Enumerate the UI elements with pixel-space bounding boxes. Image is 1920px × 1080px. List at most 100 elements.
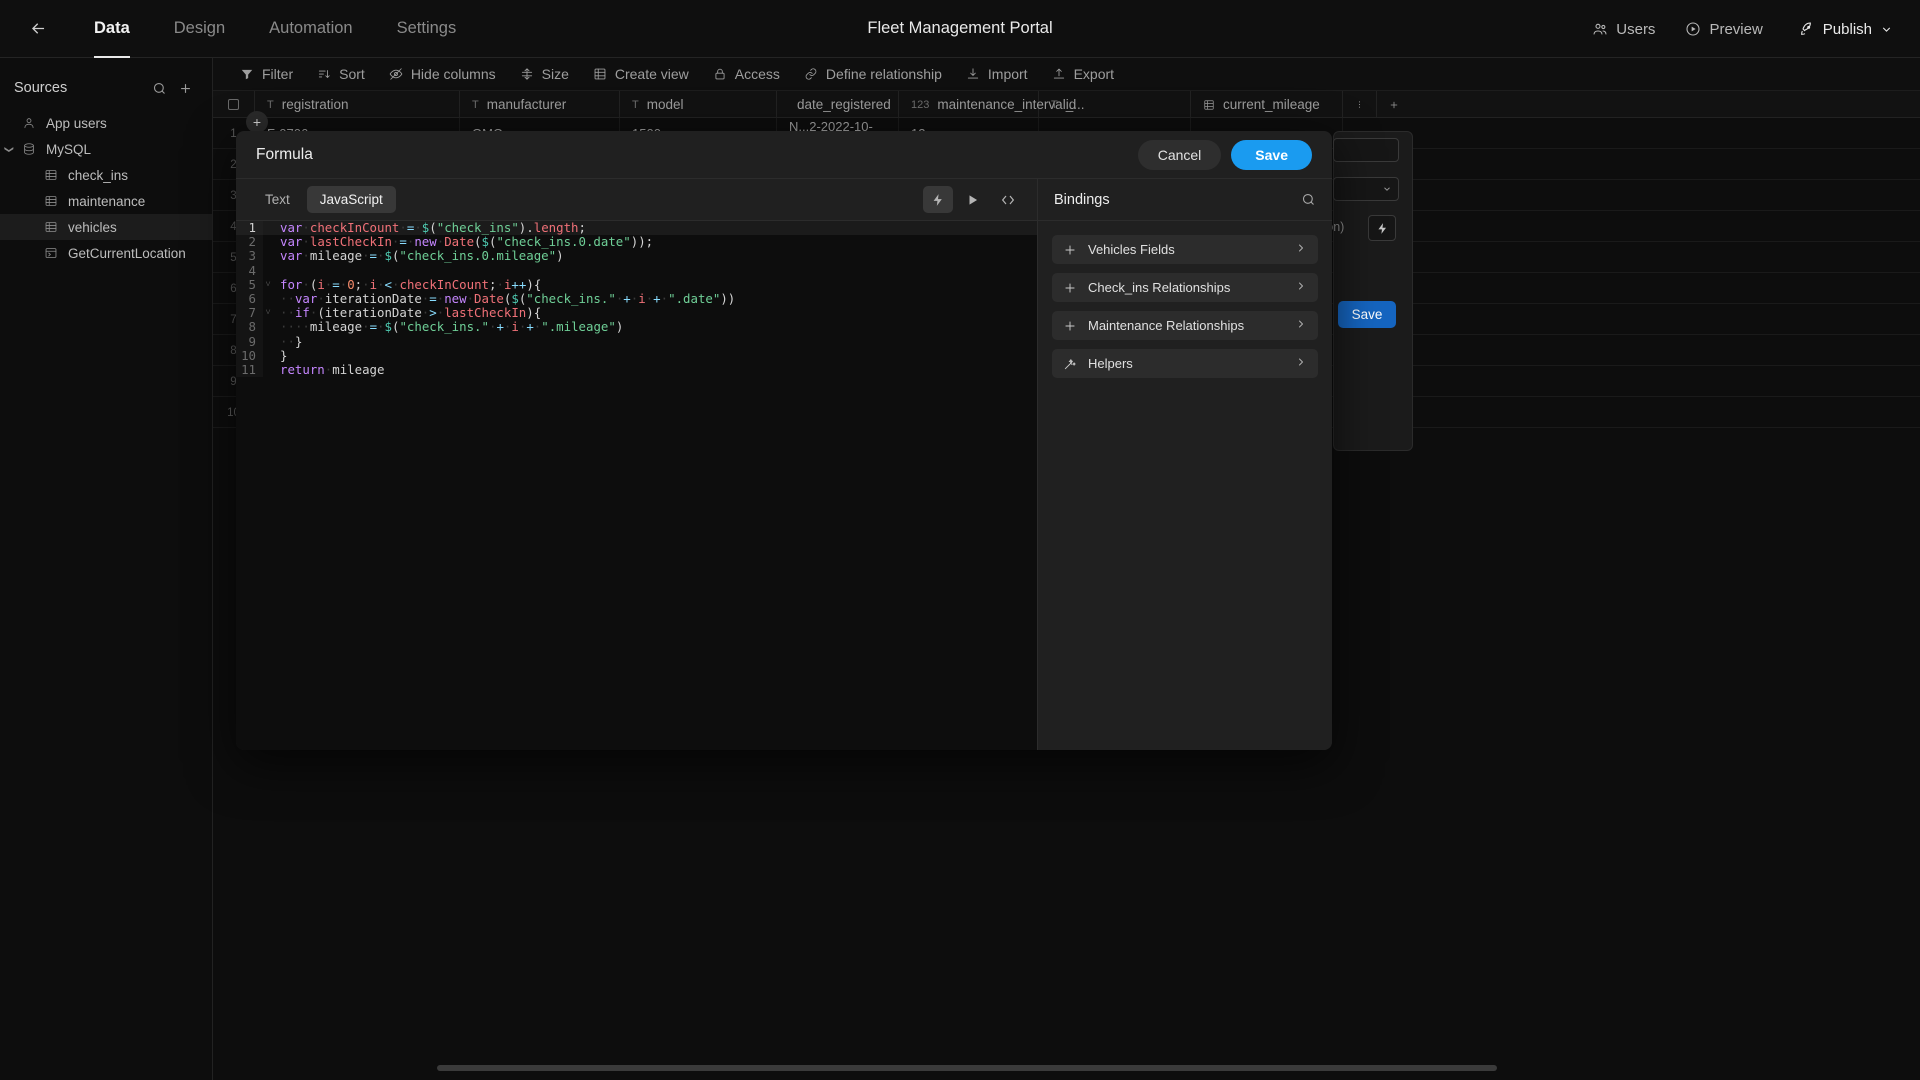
chevron-right-icon xyxy=(1299,358,1303,366)
horizontal-scrollbar[interactable] xyxy=(437,1065,1497,1071)
sidebar-item-mysql[interactable]: ❯ MySQL xyxy=(0,136,212,162)
column-header-label: manufacturer xyxy=(486,97,567,112)
checkbox-box xyxy=(228,99,239,110)
eye-off-icon xyxy=(389,68,403,80)
lang-tab-text[interactable]: Text xyxy=(252,186,303,213)
nav-tab-data[interactable]: Data xyxy=(72,0,152,58)
table-icon xyxy=(45,222,57,232)
main-nav-tabs: Data Design Automation Settings xyxy=(72,0,478,58)
sidebar-add-button[interactable] xyxy=(172,75,198,101)
sidebar-item-check-ins[interactable]: check_ins xyxy=(0,162,212,188)
preview-button[interactable]: Preview xyxy=(1672,14,1775,45)
column-header-registration[interactable]: Tregistration xyxy=(255,91,460,118)
toolbar-export-button[interactable]: Export xyxy=(1041,60,1125,88)
editor-run-button[interactable] xyxy=(958,186,988,213)
editor-lightning-button[interactable] xyxy=(923,186,953,213)
sources-list: App users ❯ MySQL check_ins maintenance vehic… xyxy=(0,110,212,266)
sidebar-item-app-users[interactable]: App users xyxy=(0,110,212,136)
grid-icon xyxy=(594,68,606,80)
column-header-manufacturer[interactable]: Tmanufacturer xyxy=(460,91,620,118)
code-text: ····mileage·=·$("check_ins."·+·i·+·".mil… xyxy=(280,319,624,335)
toolbar-item-label: Hide columns xyxy=(410,66,496,82)
toolbar-create-view-button[interactable]: Create view xyxy=(582,60,700,88)
import-icon xyxy=(967,68,978,79)
code-line: 11 return·mileage xyxy=(236,362,1037,378)
publish-label: Publish xyxy=(1822,20,1872,38)
code-text: ··if·(iterationDate·>·lastCheckIn){ xyxy=(280,305,542,321)
editor-code-button[interactable] xyxy=(993,186,1023,213)
toolbar-size-button[interactable]: Size xyxy=(509,60,580,88)
column-header-model[interactable]: Tmodel xyxy=(620,91,777,118)
column-options-button[interactable] xyxy=(1343,91,1377,118)
export-icon xyxy=(1053,68,1064,79)
code-line: 4 xyxy=(236,263,1037,278)
sidebar-item-maintenance[interactable]: maintenance xyxy=(0,188,212,214)
column-header-current_mileage[interactable]: current_mileage xyxy=(1191,91,1343,118)
binding-item-label: Maintenance Relationships xyxy=(1088,318,1245,333)
back-button[interactable] xyxy=(18,9,58,49)
publish-button[interactable]: Publish xyxy=(1786,14,1906,45)
toolbar-import-button[interactable]: Import xyxy=(955,60,1039,88)
nav-tab-automation[interactable]: Automation xyxy=(247,0,374,58)
play-icon xyxy=(969,194,978,205)
code-fold-spacer xyxy=(263,349,273,363)
nav-tab-settings[interactable]: Settings xyxy=(375,0,479,58)
cancel-button[interactable]: Cancel xyxy=(1137,139,1222,170)
field-type-select[interactable] xyxy=(1333,177,1399,201)
field-save-button[interactable]: Save xyxy=(1338,301,1396,328)
sidebar-title: Sources xyxy=(14,80,68,96)
toolbar-item-label: Size xyxy=(541,66,569,82)
code-fold-spacer xyxy=(263,264,273,278)
arrow-left-icon xyxy=(31,23,44,34)
binding-item-vehicles-fields[interactable]: Vehicles Fields xyxy=(1052,235,1318,264)
nav-tab-design-label: Design xyxy=(173,19,226,37)
code-fold-toggle[interactable]: ˅ xyxy=(263,306,273,320)
column-header-maintenance_interval_[interactable]: 123 maintenance_interval_... xyxy=(899,91,1084,118)
chevron-down-icon[interactable]: ❯ xyxy=(4,140,15,158)
toolbar-hide-columns-button[interactable]: Hide columns xyxy=(378,60,507,88)
toolbar-filter-button[interactable]: Filter xyxy=(229,60,304,88)
line-number: 3 xyxy=(236,249,263,264)
users-icon xyxy=(1593,23,1607,35)
binding-item-helpers[interactable]: Helpers xyxy=(1052,349,1318,378)
sidebar-item-getcurrentlocation[interactable]: GetCurrentLocation xyxy=(0,240,212,266)
column-header-id[interactable]: Tid xyxy=(1039,91,1191,118)
bindings-title: Bindings xyxy=(1054,191,1110,208)
users-button[interactable]: Users xyxy=(1579,14,1668,45)
nav-tab-design[interactable]: Design xyxy=(152,0,247,58)
toolbar-access-button[interactable]: Access xyxy=(702,60,791,88)
code-fold-toggle[interactable]: ˅ xyxy=(263,278,273,292)
toolbar-sort-button[interactable]: Sort xyxy=(306,60,376,88)
field-formula-button[interactable] xyxy=(1368,215,1396,241)
code-editor[interactable]: 1 var·checkInCount·=·$("check_ins").lengt… xyxy=(236,221,1037,750)
lang-tab-javascript[interactable]: JavaScript xyxy=(306,186,396,213)
column-type-icon: 123 xyxy=(911,98,930,111)
chevron-right-icon xyxy=(1295,318,1307,333)
sidebar-item-label: maintenance xyxy=(68,193,146,209)
line-number: 6 xyxy=(236,291,263,307)
link-icon xyxy=(805,68,817,80)
save-button[interactable]: Save xyxy=(1231,139,1312,170)
users-label: Users xyxy=(1616,20,1656,38)
code-fold-spacer xyxy=(263,335,273,349)
chevron-right-icon xyxy=(1295,356,1307,371)
sidebar-item-vehicles[interactable]: vehicles xyxy=(0,214,212,240)
toolbar-define-relationship-button[interactable]: Define relationship xyxy=(793,60,953,88)
add-row-button[interactable]: + xyxy=(246,111,268,133)
field-name-input[interactable] xyxy=(1333,138,1399,162)
kebab-icon xyxy=(1358,101,1361,108)
sources-sidebar: Sources App users ❯ MySQL check_ins maintena… xyxy=(0,58,213,1080)
sidebar-item-label: GetCurrentLocation xyxy=(68,245,186,261)
modal-title: Formula xyxy=(256,145,313,163)
query-icon-wrap xyxy=(40,246,62,260)
add-column-button[interactable] xyxy=(1377,91,1411,118)
binding-item-maintenance-relationships[interactable]: Maintenance Relationships xyxy=(1052,311,1318,340)
binding-item-check-ins-relationships[interactable]: Check_ins Relationships xyxy=(1052,273,1318,302)
binding-item-label: Check_ins Relationships xyxy=(1088,280,1231,295)
code-text: ··var·iterationDate·=·new·Date($("check_… xyxy=(280,290,736,306)
bindings-search-button[interactable] xyxy=(1301,192,1316,207)
column-header-date_registered[interactable]: date_registered xyxy=(777,91,899,118)
sidebar-item-label: App users xyxy=(46,115,107,131)
sidebar-search-button[interactable] xyxy=(146,75,172,101)
